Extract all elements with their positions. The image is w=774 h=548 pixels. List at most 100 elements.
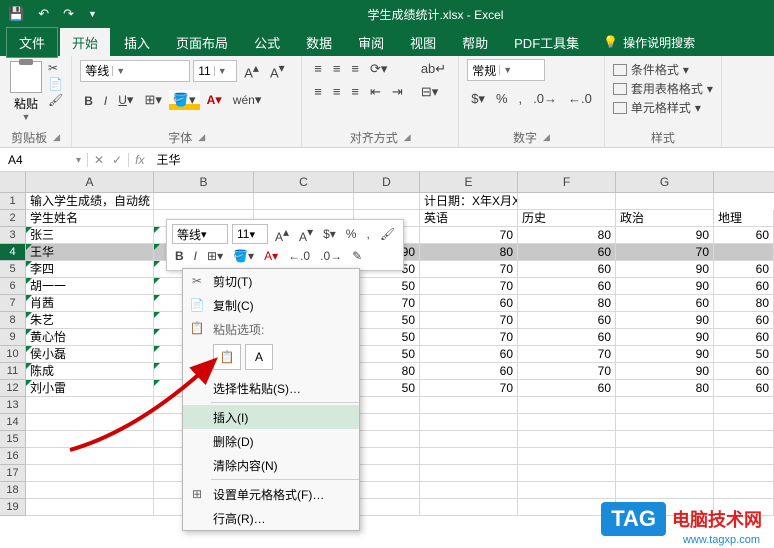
align-center-icon[interactable]: ≡ bbox=[329, 82, 345, 102]
mini-font-color-icon[interactable]: A▾ bbox=[261, 248, 281, 264]
row-header[interactable]: 6 bbox=[0, 278, 26, 295]
col-header-b[interactable]: B bbox=[154, 172, 254, 192]
tab-view[interactable]: 视图 bbox=[398, 28, 448, 57]
ctx-format-cells[interactable]: ⊞设置单元格格式(F)… bbox=[183, 482, 359, 506]
mini-dec-font-icon[interactable]: A▾ bbox=[296, 224, 316, 245]
accept-formula-icon[interactable]: ✓ bbox=[112, 153, 122, 167]
tab-review[interactable]: 审阅 bbox=[346, 28, 396, 57]
col-header-d[interactable]: D bbox=[354, 172, 420, 192]
italic-button[interactable]: I bbox=[100, 91, 111, 110]
row-header[interactable]: 13 bbox=[0, 397, 26, 414]
border-button[interactable]: ⊞▾ bbox=[140, 90, 165, 110]
ctx-cut[interactable]: ✂剪切(T) bbox=[183, 269, 359, 293]
mini-italic-button[interactable]: I bbox=[191, 248, 200, 264]
mini-format-painter-icon[interactable]: 🖌 bbox=[377, 226, 398, 242]
number-dialog-icon[interactable]: ◢ bbox=[543, 132, 550, 143]
orientation-icon[interactable]: ⟳▾ bbox=[366, 59, 391, 79]
row-header[interactable]: 12 bbox=[0, 380, 26, 397]
tab-file[interactable]: 文件 bbox=[6, 27, 58, 58]
decrease-font-icon[interactable]: A▾ bbox=[266, 59, 289, 82]
cut-icon[interactable]: ✂ bbox=[48, 61, 63, 75]
name-box[interactable]: A4 bbox=[0, 153, 88, 167]
row-header[interactable]: 14 bbox=[0, 414, 26, 431]
comma-icon[interactable]: , bbox=[515, 89, 527, 109]
mini-bold-button[interactable]: B bbox=[172, 248, 187, 264]
mini-currency-icon[interactable]: $▾ bbox=[320, 226, 339, 242]
tell-me[interactable]: 💡 操作说明搜索 bbox=[603, 34, 695, 51]
row-header[interactable]: 3 bbox=[0, 227, 26, 244]
copy-icon[interactable]: 📄 bbox=[48, 77, 63, 91]
mini-size-combo[interactable]: 11 ▾ bbox=[232, 224, 268, 244]
row-header[interactable]: 4 bbox=[0, 244, 26, 261]
mini-border-icon[interactable]: ⊞▾ bbox=[204, 248, 226, 264]
row-header[interactable]: 18 bbox=[0, 482, 26, 499]
qat-customize-icon[interactable]: ▼ bbox=[84, 7, 101, 21]
underline-button[interactable]: U▾ bbox=[114, 90, 137, 110]
paste-option-values[interactable]: A bbox=[245, 344, 273, 370]
mini-format-brush-icon[interactable]: ✎ bbox=[349, 248, 365, 264]
cancel-formula-icon[interactable]: ✕ bbox=[94, 153, 104, 167]
font-color-button[interactable]: A▾ bbox=[203, 90, 226, 110]
font-size-combo[interactable]: 11▼ bbox=[193, 60, 237, 82]
phonetic-button[interactable]: wén▾ bbox=[229, 90, 266, 110]
row-header[interactable]: 2 bbox=[0, 210, 26, 227]
align-bottom-icon[interactable]: ≡ bbox=[347, 59, 363, 79]
mini-inc-font-icon[interactable]: A▴ bbox=[272, 224, 292, 245]
number-format-combo[interactable]: 常规▼ bbox=[467, 59, 545, 81]
ctx-copy[interactable]: 📄复制(C) bbox=[183, 293, 359, 317]
row-header[interactable]: 7 bbox=[0, 295, 26, 312]
fill-color-button[interactable]: 🪣▾ bbox=[169, 90, 200, 110]
fx-icon[interactable]: fx bbox=[129, 153, 150, 167]
conditional-format-button[interactable]: 条件格式▾ bbox=[613, 61, 713, 78]
tab-layout[interactable]: 页面布局 bbox=[164, 28, 240, 57]
tab-insert[interactable]: 插入 bbox=[112, 28, 162, 57]
row-header[interactable]: 17 bbox=[0, 465, 26, 482]
ctx-paste-special[interactable]: 选择性粘贴(S)… bbox=[183, 376, 359, 400]
col-header-f[interactable]: F bbox=[518, 172, 616, 192]
col-header-g[interactable]: G bbox=[616, 172, 714, 192]
format-painter-icon[interactable]: 🖌 bbox=[48, 93, 63, 107]
ctx-row-height[interactable]: 行高(R)… bbox=[183, 506, 359, 530]
row-header[interactable]: 11 bbox=[0, 363, 26, 380]
font-dialog-icon[interactable]: ◢ bbox=[198, 132, 205, 143]
format-table-button[interactable]: 套用表格格式▾ bbox=[613, 80, 713, 97]
indent-inc-icon[interactable]: ⇥ bbox=[388, 82, 407, 102]
mini-comma-icon[interactable]: , bbox=[363, 226, 372, 242]
ctx-clear[interactable]: 清除内容(N) bbox=[183, 453, 359, 477]
row-header[interactable]: 9 bbox=[0, 329, 26, 346]
tab-pdf[interactable]: PDF工具集 bbox=[502, 28, 591, 57]
row-header[interactable]: 16 bbox=[0, 448, 26, 465]
row-header[interactable]: 15 bbox=[0, 431, 26, 448]
undo-icon[interactable]: ↶ bbox=[34, 4, 53, 24]
merge-button[interactable]: ⊟▾ bbox=[417, 82, 450, 102]
tab-data[interactable]: 数据 bbox=[294, 28, 344, 57]
col-header-c[interactable]: C bbox=[254, 172, 354, 192]
inc-decimal-icon[interactable]: .0→ bbox=[529, 89, 561, 109]
dec-decimal-icon[interactable]: ←.0 bbox=[564, 89, 596, 109]
col-header-e[interactable]: E bbox=[420, 172, 518, 192]
mini-fill-icon[interactable]: 🪣▾ bbox=[230, 248, 257, 264]
row-header[interactable]: 1 bbox=[0, 193, 26, 210]
ctx-insert[interactable]: 插入(I) bbox=[183, 405, 359, 429]
redo-icon[interactable]: ↷ bbox=[59, 4, 78, 24]
tab-home[interactable]: 开始 bbox=[60, 28, 110, 57]
align-dialog-icon[interactable]: ◢ bbox=[404, 132, 411, 143]
align-right-icon[interactable]: ≡ bbox=[347, 82, 363, 102]
mini-inc-decimal-icon[interactable]: .0→ bbox=[317, 248, 345, 264]
increase-font-icon[interactable]: A▴ bbox=[240, 59, 263, 82]
save-icon[interactable]: 💾 bbox=[4, 4, 28, 24]
tab-help[interactable]: 帮助 bbox=[450, 28, 500, 57]
select-all-corner[interactable] bbox=[0, 172, 26, 192]
tab-formulas[interactable]: 公式 bbox=[242, 28, 292, 57]
mini-percent-icon[interactable]: % bbox=[343, 226, 360, 242]
bold-button[interactable]: B bbox=[80, 91, 97, 110]
row-header[interactable]: 10 bbox=[0, 346, 26, 363]
mini-dec-decimal-icon[interactable]: ←.0 bbox=[285, 248, 313, 264]
paste-option-default[interactable]: 📋 bbox=[213, 344, 241, 370]
align-middle-icon[interactable]: ≡ bbox=[329, 59, 345, 79]
row-header[interactable]: 19 bbox=[0, 499, 26, 516]
paste-button[interactable]: 粘贴 ▼ bbox=[8, 59, 44, 124]
align-left-icon[interactable]: ≡ bbox=[310, 82, 326, 102]
font-name-combo[interactable]: 等线▼ bbox=[80, 60, 190, 82]
cell-styles-button[interactable]: 单元格样式▾ bbox=[613, 99, 713, 116]
